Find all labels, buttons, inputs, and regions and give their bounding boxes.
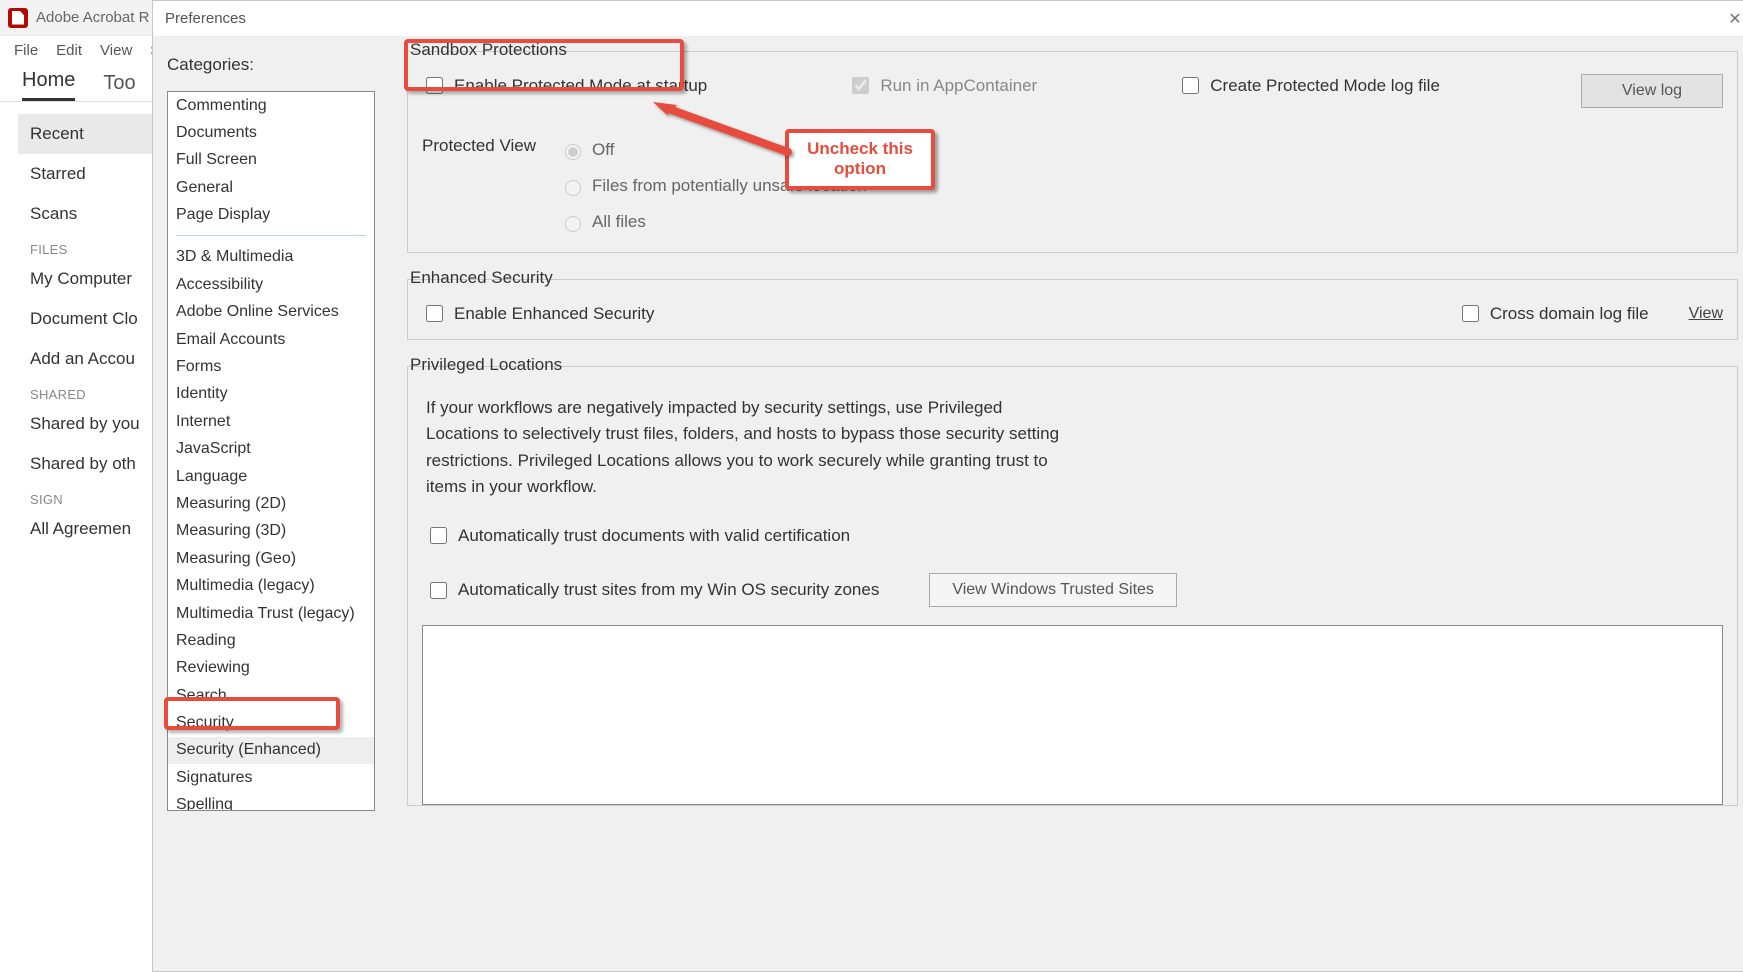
cross-domain-log-checkbox[interactable]: Cross domain log file [1458,302,1649,325]
trusted-locations-listbox[interactable] [422,625,1723,805]
category-item[interactable]: Email Accounts [168,326,374,353]
category-item[interactable]: Documents [168,119,374,146]
highlight-security-enhanced-category [164,697,340,730]
tab-tools[interactable]: Too [103,72,135,101]
auto-trust-sites-checkbox[interactable]: Automatically trust sites from my Win OS… [426,579,879,602]
auto-trust-sites-input[interactable] [430,582,447,599]
app-icon [8,8,28,28]
settings-pane: Sandbox Protections Enable Protected Mod… [375,37,1743,971]
category-item[interactable]: Accessibility [168,271,374,298]
priv-legend: Privileged Locations [406,355,566,375]
menu-file[interactable]: File [14,42,38,59]
category-item[interactable]: Spelling [168,792,374,811]
category-item[interactable]: Adobe Online Services [168,299,374,326]
category-item[interactable]: Language [168,463,374,490]
category-item[interactable]: Signatures [168,764,374,791]
run-appcontainer-input[interactable] [852,77,869,94]
preferences-title: Preferences [165,10,246,27]
category-item[interactable]: Measuring (Geo) [168,545,374,572]
tab-home[interactable]: Home [22,69,75,101]
enhanced-legend: Enhanced Security [406,268,557,288]
highlight-enable-pm-checkbox [404,39,684,91]
view-trusted-sites-button[interactable]: View Windows Trusted Sites [929,573,1177,607]
enhanced-security-group: Enhanced Security Enable Enhanced Securi… [407,279,1738,340]
category-item[interactable]: Internet [168,408,374,435]
privileged-locations-group: Privileged Locations If your workflows a… [407,366,1738,806]
category-item[interactable]: 3D & Multimedia [168,244,374,271]
categories-column: Categories: CommentingDocumentsFull Scre… [153,37,375,971]
category-item[interactable]: JavaScript [168,436,374,463]
view-log-button[interactable]: View log [1581,74,1723,108]
category-item[interactable]: Measuring (3D) [168,518,374,545]
preferences-titlebar: Preferences ✕ [153,1,1743,37]
category-item[interactable]: Page Display [168,202,374,229]
run-appcontainer-checkbox[interactable]: Run in AppContainer [848,74,1037,97]
auto-trust-cert-input[interactable] [430,527,447,544]
create-pm-log-checkbox[interactable]: Create Protected Mode log file [1178,74,1440,97]
create-pm-log-input[interactable] [1182,77,1199,94]
category-item[interactable]: Forms [168,354,374,381]
app-title: Adobe Acrobat R [36,9,149,26]
categories-label: Categories: [167,55,375,75]
protected-view-label: Protected View [422,136,540,232]
category-item[interactable]: Security (Enhanced) [168,737,374,764]
cross-domain-log-input[interactable] [1462,305,1479,322]
preferences-dialog: Preferences ✕ Categories: CommentingDocu… [152,0,1743,972]
category-item[interactable]: Identity [168,381,374,408]
menu-edit[interactable]: Edit [56,42,82,59]
category-item[interactable]: Reading [168,627,374,654]
category-item[interactable]: Measuring (2D) [168,490,374,517]
category-item[interactable]: Commenting [168,92,374,119]
enable-enhanced-security-input[interactable] [426,305,443,322]
view-cross-log-link[interactable]: View [1689,305,1723,323]
category-item[interactable]: General [168,174,374,201]
annotation-callout: Uncheck this option [785,129,935,190]
pv-all-radio[interactable]: All files [560,212,867,232]
menu-view[interactable]: View [100,42,132,59]
priv-description: If your workflows are negatively impacte… [426,395,1066,500]
category-item[interactable]: Full Screen [168,147,374,174]
auto-trust-cert-checkbox[interactable]: Automatically trust documents with valid… [426,524,1723,547]
category-item[interactable]: Multimedia (legacy) [168,573,374,600]
enable-enhanced-security-checkbox[interactable]: Enable Enhanced Security [422,302,654,325]
category-item[interactable]: Multimedia Trust (legacy) [168,600,374,627]
close-icon[interactable]: ✕ [1720,9,1743,29]
sandbox-protections-group: Sandbox Protections Enable Protected Mod… [407,51,1738,253]
category-item[interactable]: Reviewing [168,655,374,682]
